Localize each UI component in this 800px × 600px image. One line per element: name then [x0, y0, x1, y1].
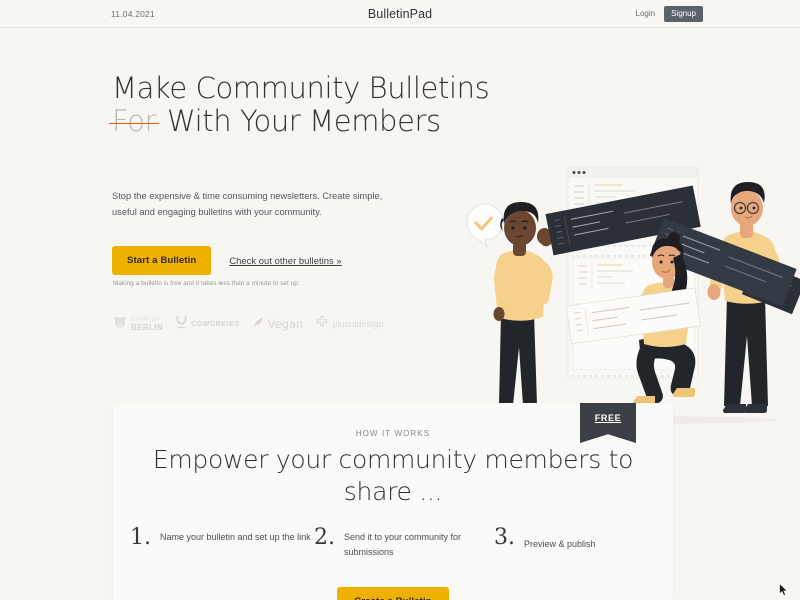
bear-icon: [113, 315, 127, 334]
step-item: 1. Name your bulletin and set up the lin…: [130, 527, 314, 560]
logo-line-2: BERLIN: [131, 323, 164, 332]
hero-subheading: Stop the expensive & time consuming news…: [112, 191, 383, 217]
logo-coworkies-text: COWORKIES: [191, 320, 240, 328]
ribbon-shape: [580, 403, 636, 443]
start-a-bulletin-button[interactable]: Start a Bulletin: [112, 246, 212, 275]
logo-startup-berlin-text: STARTUP BERLIN: [131, 317, 163, 332]
plus-icon: [316, 315, 328, 333]
logo-plusuidesign: plusuidesign: [316, 315, 383, 333]
step-text: Send it to your community for submission…: [344, 532, 462, 557]
logo-startup-berlin: STARTUP BERLIN: [113, 315, 163, 334]
headline-line-1: Make Community Bulletins: [112, 71, 490, 105]
step-number: 1.: [130, 525, 151, 550]
step-text: Name your bulletin and set up the link: [160, 532, 311, 542]
checkmark-bubble: [466, 203, 504, 249]
leaf-icon: [253, 315, 264, 333]
headline-line-2: For With Your Members: [108, 104, 489, 138]
how-it-works-title: Empower your community members to share …: [152, 445, 634, 506]
mouse-cursor: [779, 582, 789, 597]
free-badge-label: FREE: [594, 413, 622, 423]
logo-vegan: Vegan: [253, 315, 304, 333]
logo-coworkies: COWORKIES: [176, 314, 239, 334]
create-a-bulletin-button[interactable]: Create a Bulletin: [337, 587, 449, 600]
signup-button[interactable]: Signup: [664, 5, 703, 22]
person-left: [493, 202, 553, 413]
auth-actions: Login Signup: [636, 5, 703, 22]
top-bar: 11.04.2021 BulletinPad Login Signup: [0, 0, 800, 28]
coworkies-mark-icon: [176, 314, 187, 334]
headline-struck-word: For: [108, 104, 160, 138]
how-it-works-cta-row: Create a Bulletin: [113, 587, 673, 600]
logo-vegan-text: Vegan: [267, 317, 304, 331]
headline-line-2-rest: With Your Members: [166, 104, 441, 138]
check-out-other-bulletins-link[interactable]: Check out other bulletins »: [229, 255, 341, 266]
step-number: 3.: [494, 525, 515, 550]
hero-cta-note: Making a bulletin is free and it takes l…: [113, 280, 300, 287]
hero-section: Make Community Bulletins For With Your M…: [0, 28, 800, 424]
page-title: Make Community Bulletins For With Your M…: [108, 71, 490, 138]
partner-logo-strip: STARTUP BERLIN COWORKIES Vegan plusuides…: [113, 314, 384, 334]
how-it-works-steps: 1. Name your bulletin and set up the lin…: [130, 527, 658, 560]
free-badge: FREE: [580, 403, 636, 443]
hero-cta-row: Start a Bulletin Check out other bulleti…: [112, 246, 342, 275]
logo-plusuidesign-text: plusuidesign: [332, 319, 384, 329]
step-number: 2.: [314, 525, 335, 550]
community-bulletin-illustration: [455, 158, 800, 433]
step-item: 2. Send it to your community for submiss…: [314, 527, 494, 560]
step-text: Preview & publish: [524, 539, 596, 549]
login-link[interactable]: Login: [636, 9, 656, 18]
step-item: 3. Preview & publish: [494, 527, 654, 560]
